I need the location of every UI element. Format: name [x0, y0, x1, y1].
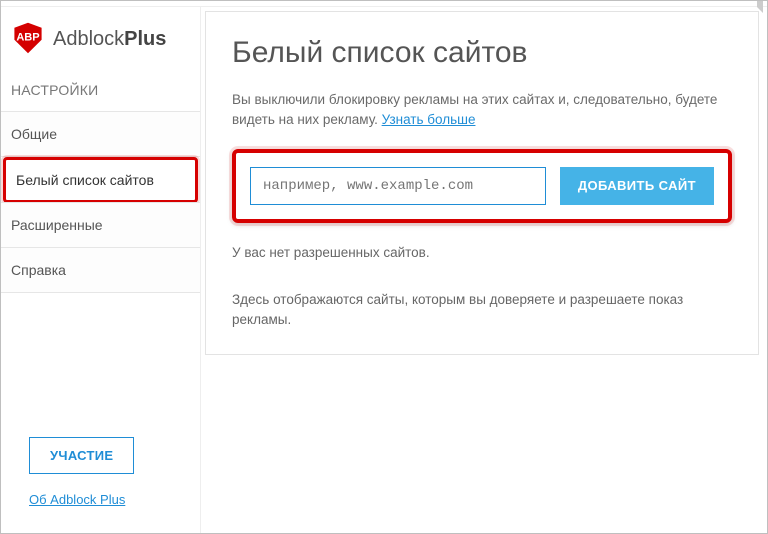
site-url-input[interactable] — [250, 167, 546, 205]
sidebar-item-label: Белый список сайтов — [16, 172, 154, 188]
sidebar-header: НАСТРОЙКИ — [1, 76, 200, 112]
whitelist-panel: Белый список сайтов Вы выключили блокиро… — [205, 11, 759, 355]
brand-text: AdblockPlus — [53, 28, 166, 51]
page-title: Белый список сайтов — [232, 36, 732, 70]
whitelist-note: Здесь отображаются сайты, которым вы дов… — [232, 290, 732, 331]
sidebar-footer: УЧАСТИЕ Об Adblock Plus — [1, 437, 200, 523]
sidebar-item-advanced[interactable]: Расширенные — [1, 202, 200, 248]
window-top-strip — [1, 1, 767, 7]
window: ABP AdblockPlus НАСТРОЙКИ Общие Белый сп… — [0, 0, 768, 534]
add-site-button[interactable]: ДОБАВИТЬ САЙТ — [560, 167, 714, 205]
add-site-row: ДОБАВИТЬ САЙТ — [232, 149, 732, 223]
brand-name-bold: Plus — [124, 28, 166, 51]
learn-more-link[interactable]: Узнать больше — [382, 112, 476, 127]
sidebar-item-label: Справка — [11, 262, 66, 278]
sidebar-nav: Общие Белый список сайтов Расширенные Сп… — [1, 112, 200, 293]
sidebar-item-whitelist[interactable]: Белый список сайтов — [3, 157, 198, 203]
empty-state-text: У вас нет разрешенных сайтов. — [232, 245, 732, 260]
main: Белый список сайтов Вы выключили блокиро… — [201, 7, 767, 533]
brand-name-light: Adblock — [53, 28, 124, 51]
brand: ABP AdblockPlus — [1, 7, 200, 76]
sidebar: ABP AdblockPlus НАСТРОЙКИ Общие Белый сп… — [1, 7, 201, 533]
contribute-button[interactable]: УЧАСТИЕ — [29, 437, 134, 474]
svg-text:ABP: ABP — [16, 32, 39, 44]
page-description: Вы выключили блокировку рекламы на этих … — [232, 90, 732, 131]
sidebar-item-general[interactable]: Общие — [1, 111, 200, 157]
sidebar-item-label: Общие — [11, 126, 57, 142]
content-body: ABP AdblockPlus НАСТРОЙКИ Общие Белый сп… — [1, 7, 767, 533]
abp-logo-icon: ABP — [11, 21, 45, 58]
sidebar-item-label: Расширенные — [11, 217, 103, 233]
about-link[interactable]: Об Adblock Plus — [29, 492, 125, 507]
sidebar-item-help[interactable]: Справка — [1, 247, 200, 293]
